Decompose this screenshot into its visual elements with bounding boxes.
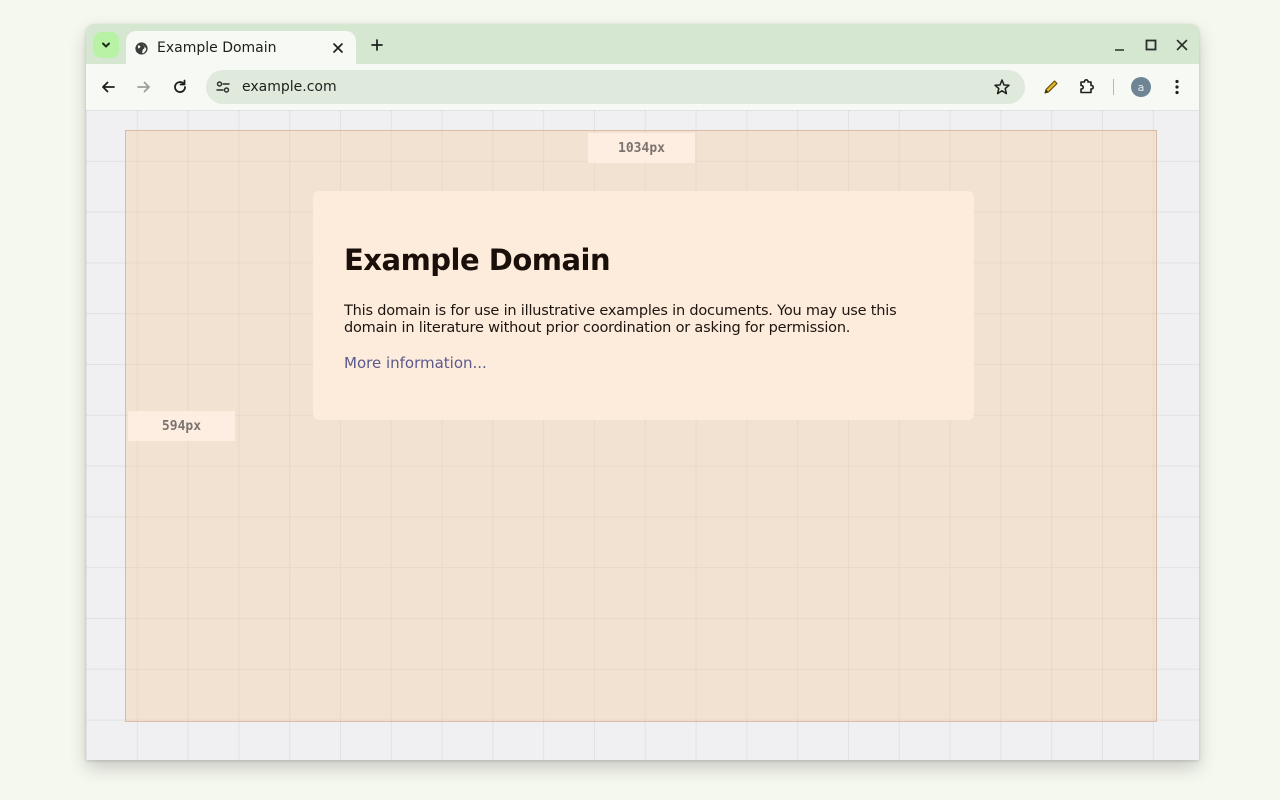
minimize-icon[interactable] [1112,37,1128,53]
toolbar-separator [1113,79,1114,95]
tab-example-domain[interactable]: Example Domain [126,31,356,64]
reload-icon[interactable] [171,78,189,96]
browser-window: Example Domain example.com a 1034px 594p… [86,24,1199,760]
height-label: 594px [128,411,235,441]
more-vert-icon[interactable] [1168,78,1186,96]
content-card: Example Domain This domain is for use in… [313,191,974,420]
close-window-icon[interactable] [1174,37,1190,53]
maximize-icon[interactable] [1143,37,1159,53]
forward-icon[interactable] [135,78,153,96]
more-information-link[interactable]: More information... [344,354,487,372]
back-icon[interactable] [99,78,117,96]
tab-search-button[interactable] [93,32,119,58]
page-viewport: 1034px 594px Example Domain This domain … [86,110,1199,760]
site-settings-icon[interactable] [215,79,231,95]
tab-strip: Example Domain [86,24,1199,64]
close-icon[interactable] [331,41,345,55]
profile-avatar[interactable]: a [1131,77,1151,97]
pencil-icon[interactable] [1042,78,1060,96]
page-description: This domain is for use in illustrative e… [344,303,897,336]
globe-icon [135,42,148,55]
page-title: Example Domain [344,243,611,277]
puzzle-icon[interactable] [1078,77,1096,95]
width-label: 1034px [588,133,695,163]
plus-icon[interactable] [369,37,385,53]
viewport-size-overlay: 1034px 594px Example Domain This domain … [125,130,1157,722]
star-icon[interactable] [993,78,1011,96]
tab-title: Example Domain [157,40,277,56]
toolbar: example.com a [86,64,1199,110]
address-bar[interactable]: example.com [206,70,1025,104]
url-text[interactable]: example.com [242,79,337,95]
tab-search-icon [102,42,110,48]
